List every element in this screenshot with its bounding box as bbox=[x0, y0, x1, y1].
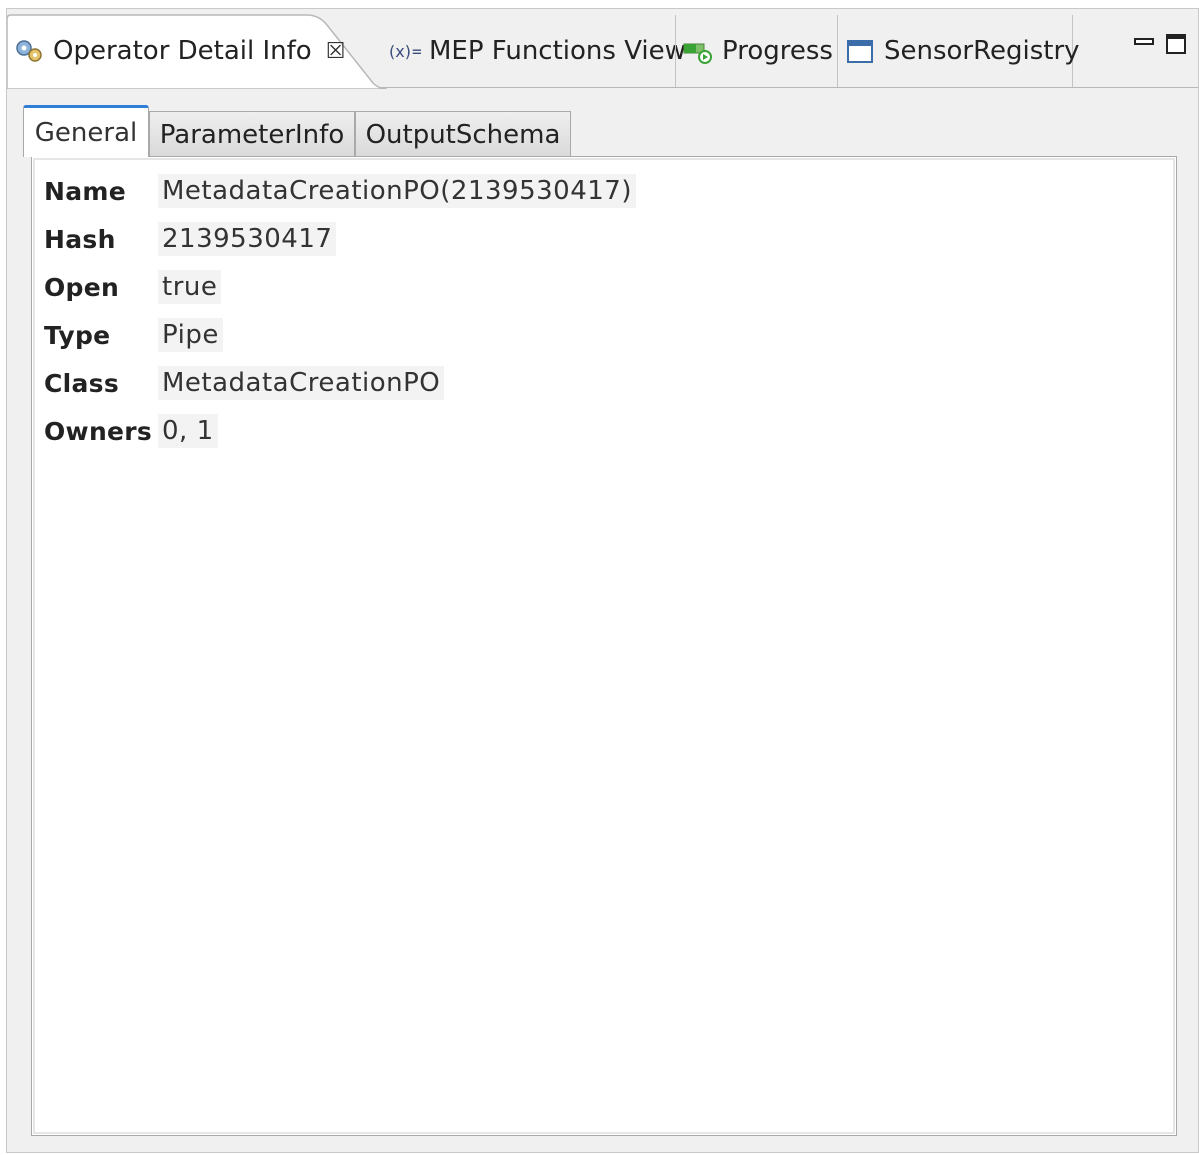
tab-output-schema[interactable]: OutputSchema bbox=[355, 111, 571, 157]
close-icon[interactable]: ☒ bbox=[326, 39, 346, 64]
property-label: Name bbox=[44, 176, 126, 206]
property-row-class: Class MetadataCreationPO bbox=[44, 359, 636, 407]
tab-progress[interactable]: Progress bbox=[675, 15, 837, 87]
property-list: Name MetadataCreationPO(2139530417) Hash… bbox=[44, 167, 636, 455]
property-value[interactable]: 0, 1 bbox=[158, 414, 218, 448]
property-label: Type bbox=[44, 320, 111, 350]
tab-operator-detail-info[interactable]: Operator Detail Info ☒ bbox=[7, 13, 387, 89]
property-label: Class bbox=[44, 368, 120, 398]
progress-bar-icon bbox=[682, 35, 714, 67]
svg-text:(x)=: (x)= bbox=[389, 42, 421, 61]
tab-label: Progress bbox=[722, 36, 833, 66]
maximize-icon[interactable] bbox=[1165, 33, 1187, 55]
tab-label: MEP Functions View bbox=[429, 36, 686, 66]
property-row-hash: Hash 2139530417 bbox=[44, 215, 636, 263]
tab-label: Operator Detail Info bbox=[53, 36, 312, 66]
tab-parameter-info[interactable]: ParameterInfo bbox=[149, 111, 355, 157]
property-value[interactable]: MetadataCreationPO bbox=[158, 366, 445, 400]
tab-mep-functions-view[interactable]: (x)= MEP Functions View bbox=[383, 15, 686, 87]
tab-general[interactable]: General bbox=[23, 105, 149, 157]
property-label: Open bbox=[44, 272, 120, 302]
property-row-owners: Owners 0, 1 bbox=[44, 407, 636, 455]
property-row-open: Open true bbox=[44, 263, 636, 311]
operator-detail-view: Operator Detail Info ☒ (x)= MEP Function… bbox=[6, 8, 1199, 1153]
tab-label: SensorRegistry bbox=[884, 36, 1080, 66]
operator-gear-icon bbox=[13, 35, 45, 67]
function-x-icon: (x)= bbox=[389, 35, 421, 67]
general-properties-panel: Name MetadataCreationPO(2139530417) Hash… bbox=[31, 156, 1177, 1136]
minimize-icon[interactable] bbox=[1133, 33, 1155, 55]
property-label: Owners bbox=[44, 416, 153, 446]
property-label: Hash bbox=[44, 224, 116, 254]
view-tab-strip: Operator Detail Info ☒ (x)= MEP Function… bbox=[7, 9, 1198, 89]
window-icon bbox=[844, 35, 876, 67]
tab-sensor-registry[interactable]: SensorRegistry bbox=[837, 15, 1080, 87]
properties-tab-folder: General ParameterInfo OutputSchema Name … bbox=[21, 101, 1186, 1141]
property-row-name: Name MetadataCreationPO(2139530417) bbox=[44, 167, 636, 215]
property-row-type: Type Pipe bbox=[44, 311, 636, 359]
property-value[interactable]: MetadataCreationPO(2139530417) bbox=[158, 174, 636, 208]
property-value[interactable]: Pipe bbox=[158, 318, 223, 352]
property-value[interactable]: true bbox=[158, 270, 222, 304]
property-value[interactable]: 2139530417 bbox=[158, 222, 337, 256]
